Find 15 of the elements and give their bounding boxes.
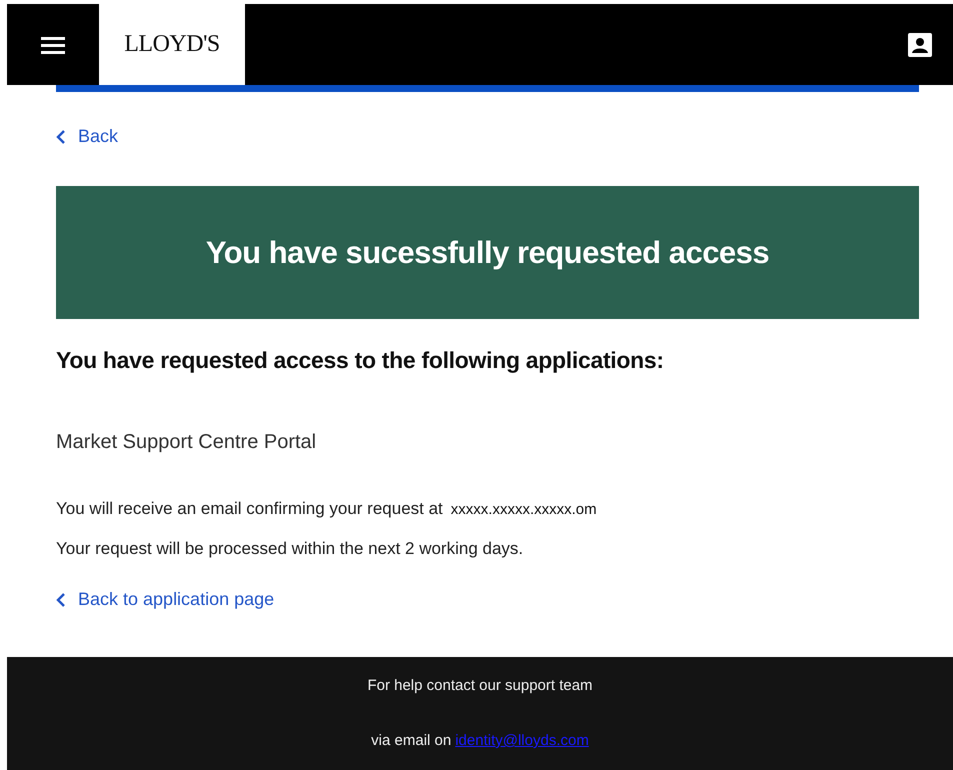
back-to-application-link[interactable]: Back to application page bbox=[56, 589, 274, 610]
application-name: Market Support Centre Portal bbox=[56, 431, 318, 454]
help-text: For help contact our support team bbox=[367, 677, 593, 694]
chevron-left-icon bbox=[56, 128, 66, 144]
logo[interactable]: LLOYD'S bbox=[99, 4, 245, 85]
email-address: xxxxx.xxxxx.xxxxx.om bbox=[450, 501, 597, 518]
back-link[interactable]: Back bbox=[56, 126, 118, 147]
email-prefix: via email on bbox=[371, 732, 452, 749]
user-icon bbox=[908, 32, 932, 56]
chevron-left-icon bbox=[56, 592, 66, 608]
section-heading: You have requested access to the following applications: bbox=[56, 347, 665, 374]
banner-title: You have sucessfully requested access bbox=[206, 234, 770, 270]
menu-icon bbox=[41, 36, 65, 54]
confirmation-text: You will receive an email confirming your request at bbox=[56, 499, 443, 519]
processing-note: Your request will be processed within the next 2 working days. bbox=[56, 539, 524, 559]
